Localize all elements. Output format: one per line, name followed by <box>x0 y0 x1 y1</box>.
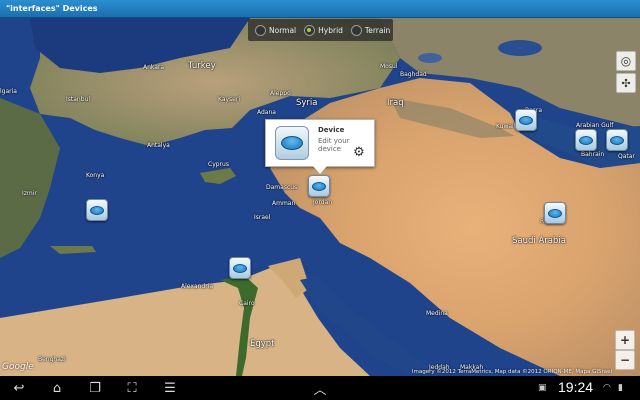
device-marker[interactable] <box>544 202 566 224</box>
battery-icon: ▮ <box>618 383 623 393</box>
device-marker[interactable] <box>515 109 537 131</box>
label-kuwait: Kuwait <box>496 123 517 130</box>
label-istanbul: Istanbul <box>66 96 91 103</box>
label-antalya: Antalya <box>147 142 170 149</box>
target-icon: ◎ <box>620 54 632 68</box>
label-saudi-arabia: Saudi Arabia <box>512 236 566 246</box>
label-bulgaria: lgaria <box>0 88 17 95</box>
zoom-in-button[interactable]: + <box>615 330 635 350</box>
map-type-terrain[interactable]: Terrain <box>350 24 391 36</box>
label-baghdad: Baghdad <box>400 71 427 78</box>
device-marker[interactable] <box>606 129 628 151</box>
my-location-button[interactable]: ◎ <box>616 51 636 71</box>
label-izmir: Izmir <box>22 190 37 197</box>
map-type-normal[interactable]: Normal <box>255 24 297 36</box>
label-qatar: Qatar <box>618 153 635 160</box>
device-icon <box>275 126 309 160</box>
label-cyprus: Cyprus <box>208 161 229 168</box>
device-info-window[interactable]: Device Edit your device ⚙ <box>265 119 375 174</box>
gallery-icon: ▣ <box>538 383 547 393</box>
label-medina: Medina <box>426 310 448 317</box>
system-bar: ↩ ⌂ ❐ ⛶ ☰ ︿ ▣ 19:24 ◠ ▮ <box>0 376 640 400</box>
home-icon[interactable]: ⌂ <box>46 380 68 396</box>
map-view[interactable]: Turkey Syria Iraq Cyprus Israel Jordan E… <box>0 18 640 376</box>
label-damascus: Damascus <box>266 184 298 191</box>
google-logo: Google <box>2 362 34 372</box>
app-window: "interfaces" Devices Turkey Syria Iraq C… <box>0 0 640 400</box>
device-marker[interactable] <box>308 175 330 197</box>
wifi-icon: ◠ <box>603 383 611 393</box>
map-type-normal-label: Normal <box>269 25 297 35</box>
compass-icon: ✣ <box>621 76 631 90</box>
device-marker[interactable] <box>575 129 597 151</box>
label-ankara: Ankara <box>143 64 165 71</box>
map-type-hybrid-label: Hybrid <box>318 25 343 35</box>
label-iraq: Iraq <box>387 98 404 108</box>
map-copyright: Imagery ©2012 TerraMetrics, Map data ©20… <box>411 369 612 375</box>
label-egypt: Egypt <box>250 339 275 349</box>
label-adana: Adana <box>257 109 276 116</box>
app-title: "interfaces" Devices <box>0 0 640 18</box>
radio-hybrid[interactable] <box>304 24 316 36</box>
recent-apps-icon[interactable]: ❐ <box>84 380 106 396</box>
label-syria: Syria <box>296 98 318 108</box>
menu-icon[interactable]: ☰ <box>159 380 181 396</box>
label-alexandria: Alexandria <box>181 283 214 290</box>
label-mosul: Mosul <box>380 63 398 70</box>
label-israel: Israel <box>254 214 271 221</box>
back-icon[interactable]: ↩ <box>8 380 30 396</box>
gear-icon[interactable]: ⚙ <box>352 146 366 160</box>
device-marker[interactable] <box>86 199 108 221</box>
label-bahrain: Bahrain <box>581 151 605 158</box>
label-aleppo: Aleppo <box>270 90 291 97</box>
label-turkey: Turkey <box>188 61 216 71</box>
map-type-selector: Normal Hybrid Terrain <box>248 19 393 41</box>
label-jordan: Jordan <box>313 199 333 206</box>
radio-normal[interactable] <box>255 24 266 36</box>
info-title: Device <box>318 126 345 134</box>
label-kayseri: Kayseri <box>218 96 241 103</box>
label-arabian-gulf: Arabian Gulf <box>576 122 614 129</box>
label-konya: Konya <box>86 172 105 179</box>
chevron-up-icon[interactable]: ︿ <box>309 380 331 398</box>
device-marker[interactable] <box>229 257 251 279</box>
map-type-terrain-label: Terrain <box>364 25 391 35</box>
compass-button[interactable]: ✣ <box>616 73 636 93</box>
label-benghazi: Benghazi <box>38 356 66 363</box>
radio-terrain[interactable] <box>350 24 362 36</box>
map-type-hybrid[interactable]: Hybrid <box>304 24 343 36</box>
label-amman: Amman <box>272 200 296 207</box>
satellite-imagery <box>0 18 640 376</box>
clock: 19:24 <box>558 379 594 395</box>
screenshot-icon[interactable]: ⛶ <box>121 380 143 396</box>
zoom-out-button[interactable]: − <box>615 350 635 370</box>
label-cairo: Cairo <box>239 300 255 307</box>
